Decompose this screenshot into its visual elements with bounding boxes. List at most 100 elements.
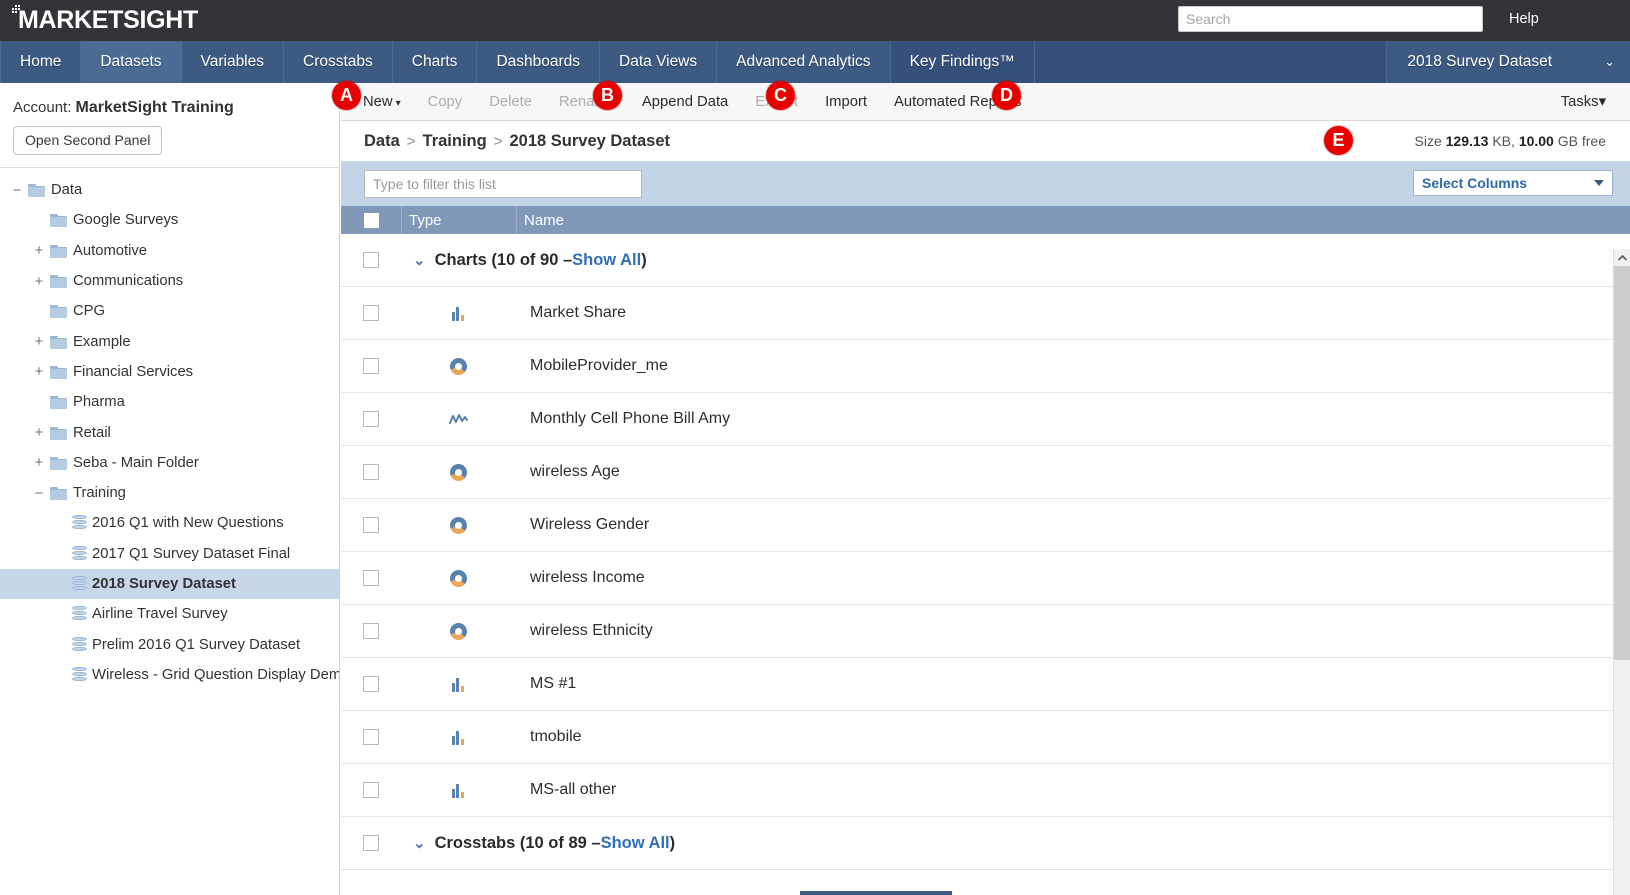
dataset-icon [72,666,87,683]
breadcrumb-item-training[interactable]: Training [423,132,487,151]
folder-icon [50,426,68,440]
chevron-down-icon[interactable]: ⌄ [413,253,426,268]
tree-item-airline-travel-survey[interactable]: Airline Travel Survey [0,599,339,629]
table-row[interactable]: wireless Ethnicity [341,605,1630,658]
table-row[interactable]: MS #1 [341,658,1630,711]
row-checkbox[interactable] [363,729,379,745]
nav-item-variables[interactable]: Variables [182,41,284,83]
nav-item-home[interactable]: Home [0,41,82,83]
tree-item-example[interactable]: + Example [0,326,339,356]
expand-icon[interactable]: + [32,455,46,470]
tree-item-training[interactable]: − Training [0,478,339,508]
expand-icon[interactable]: + [32,425,46,440]
item-name[interactable]: MobileProvider_me [516,357,1630,375]
table-row[interactable]: Wireless Gender [341,499,1630,552]
append-data-button[interactable]: Append Data [642,94,728,110]
tree-item-2018-survey-dataset[interactable]: 2018 Survey Dataset [0,568,339,600]
column-header-type[interactable]: Type [401,212,516,229]
tree-item-2017-q1-survey-dataset-final[interactable]: 2017 Q1 Survey Dataset Final [0,539,339,569]
item-name[interactable]: tmobile [516,728,1630,746]
collapse-icon[interactable]: − [32,486,46,501]
nav-item-data-views[interactable]: Data Views [600,41,718,83]
table-row[interactable]: Monthly Cell Phone Bill Amy [341,393,1630,446]
nav-item-crosstabs[interactable]: Crosstabs [284,41,393,83]
annotation-badge-e: E [1324,126,1353,155]
row-checkbox[interactable] [363,517,379,533]
item-name[interactable]: Monthly Cell Phone Bill Amy [516,410,1630,428]
vertical-scrollbar-thumb[interactable] [1614,266,1630,660]
tree-item-data[interactable]: − Data [0,175,339,205]
tree-item-wireless-grid-question-display-demo[interactable]: Wireless - Grid Question Display Demo [0,660,339,690]
column-header-name[interactable]: Name [516,212,1630,229]
item-name[interactable]: MS #1 [516,675,1630,693]
group-header-row[interactable]: ⌄ Crosstabs (10 of 89 – Show All) [341,817,1630,870]
tree-item-google-surveys[interactable]: Google Surveys [0,205,339,235]
collapse-icon[interactable]: − [10,183,24,198]
breadcrumb-item-data[interactable]: Data [364,132,400,151]
tree-item-retail[interactable]: + Retail [0,417,339,447]
show-all-link[interactable]: Show All [572,251,641,270]
nav-item-key-findings[interactable]: Key Findings™ [890,41,1035,83]
item-name[interactable]: wireless Ethnicity [516,622,1630,640]
row-checkbox[interactable] [363,358,379,374]
tree-item-automotive[interactable]: + Automotive [0,236,339,266]
help-link[interactable]: Help [1509,11,1539,27]
tree-item-2016-q1-with-new-questions[interactable]: 2016 Q1 with New Questions [0,508,339,538]
expand-icon[interactable]: + [32,274,46,289]
row-checkbox[interactable] [363,782,379,798]
table-row[interactable]: Market Share [341,287,1630,340]
item-name[interactable]: MS-all other [516,781,1630,799]
horizontal-scrollbar[interactable] [800,891,952,895]
table-row[interactable]: MobileProvider_me [341,340,1630,393]
row-checkbox[interactable] [363,252,379,268]
item-name[interactable]: Wireless Gender [516,516,1630,534]
folder-icon [28,183,46,198]
tree-item-label: Example [73,333,131,350]
tree-item-cpg[interactable]: CPG [0,296,339,326]
filter-input[interactable] [364,169,642,198]
row-checkbox[interactable] [363,305,379,321]
vertical-scrollbar[interactable] [1613,249,1630,895]
marketsight-logo[interactable]: MARKETSIGHT [11,0,198,41]
app-header: MARKETSIGHT Help [0,0,1630,41]
show-all-link[interactable]: Show All [601,834,670,853]
row-checkbox[interactable] [363,464,379,480]
item-name[interactable]: wireless Income [516,569,1630,587]
row-checkbox[interactable] [363,623,379,639]
row-checkbox[interactable] [363,835,379,851]
chevron-down-icon[interactable]: ⌄ [413,836,426,851]
folder-icon [50,274,68,289]
nav-item-dashboards[interactable]: Dashboards [477,41,601,83]
tasks-menu-button[interactable]: Tasks▾ [1561,93,1606,110]
expand-icon[interactable]: + [32,334,46,349]
select-all-checkbox[interactable] [363,212,379,228]
tree-item-communications[interactable]: + Communications [0,266,339,296]
table-row[interactable]: wireless Income [341,552,1630,605]
group-header-row[interactable]: ⌄ Charts (10 of 90 – Show All) [341,234,1630,287]
expand-icon[interactable]: + [32,364,46,379]
row-checkbox[interactable] [363,411,379,427]
nav-item-datasets[interactable]: Datasets [81,41,182,83]
select-columns-dropdown[interactable]: Select Columns [1413,170,1613,196]
tree-item-seba-main-folder[interactable]: + Seba - Main Folder [0,448,339,478]
table-row[interactable]: tmobile [341,711,1630,764]
account-prefix: Account: [13,99,72,116]
nav-item-charts[interactable]: Charts [393,41,478,83]
new-button[interactable]: New ▾ [363,94,401,110]
expand-icon[interactable]: + [32,243,46,258]
table-row[interactable]: wireless Age [341,446,1630,499]
item-name[interactable]: wireless Age [516,463,1630,481]
row-checkbox[interactable] [363,570,379,586]
tree-item-financial-services[interactable]: + Financial Services [0,357,339,387]
nav-item-advanced-analytics[interactable]: Advanced Analytics [717,41,891,83]
search-input[interactable] [1178,6,1483,32]
tree-item-pharma[interactable]: Pharma [0,387,339,417]
open-second-panel-button[interactable]: Open Second Panel [13,126,163,155]
scroll-up-icon[interactable] [1614,249,1630,266]
import-button[interactable]: Import [825,94,867,110]
row-checkbox[interactable] [363,676,379,692]
tree-item-prelim-2016-q1-survey-dataset[interactable]: Prelim 2016 Q1 Survey Dataset [0,629,339,659]
table-row[interactable]: MS-all other [341,764,1630,817]
item-name[interactable]: Market Share [516,304,1630,322]
nav-current-dataset[interactable]: 2018 Survey Dataset ⌄ [1387,41,1630,83]
